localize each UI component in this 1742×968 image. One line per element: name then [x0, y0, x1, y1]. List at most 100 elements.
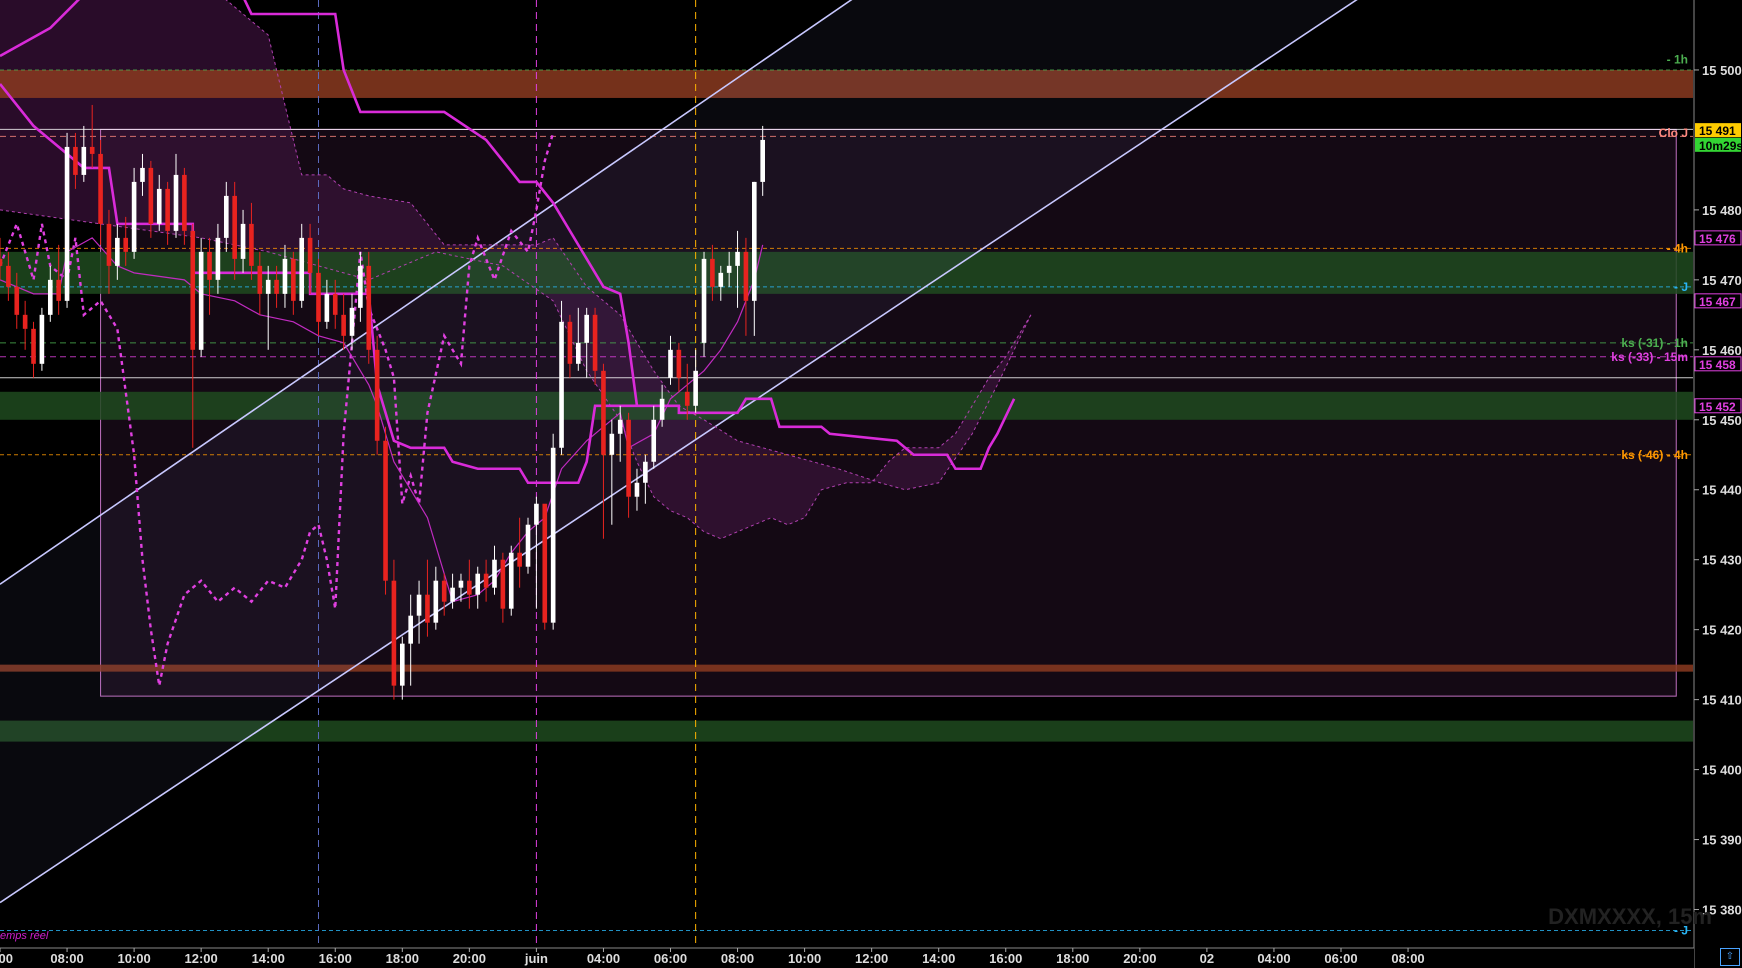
- candle-body: [223, 195, 229, 238]
- candle-body: [0, 258, 3, 266]
- candle-body: [173, 174, 179, 231]
- candle-body: [316, 272, 321, 322]
- candle-body: [525, 524, 531, 567]
- candle-body: [475, 573, 481, 595]
- candle-body: [140, 167, 145, 182]
- candle-body: [668, 349, 673, 378]
- candle-body: [601, 370, 606, 455]
- y-tick-label: 15 390: [1702, 833, 1742, 848]
- candle-body: [760, 139, 765, 182]
- x-tick-label: 06:00: [1324, 951, 1357, 966]
- x-tick-label: 10:00: [117, 951, 150, 966]
- price-tag-label: 15 476: [1699, 232, 1736, 246]
- x-tick-label: 6:00: [0, 951, 13, 966]
- candle-body: [701, 258, 707, 343]
- candle-body: [299, 237, 305, 301]
- candle-body: [575, 342, 581, 364]
- candle-body: [743, 251, 749, 301]
- price-tag-label: 15 491: [1699, 124, 1736, 138]
- y-tick-label: 15 420: [1702, 623, 1742, 638]
- candle-body: [265, 279, 271, 294]
- level-label: - J: [1674, 280, 1688, 294]
- candle-body: [349, 307, 355, 336]
- x-tick-label: 20:00: [1123, 951, 1156, 966]
- y-tick-label: 15 410: [1702, 693, 1742, 708]
- y-tick-label: 15 500: [1702, 63, 1742, 78]
- candle-body: [500, 559, 506, 609]
- level-label: ks (-31) - 1h: [1621, 336, 1688, 350]
- candle-body: [559, 321, 564, 448]
- candlestick-chart[interactable]: 15 500 15 480 15 470 15 460 15 450 15 440 15 4…: [0, 0, 1742, 968]
- y-tick-label: 15 440: [1702, 483, 1742, 498]
- price-tag-label: 15 452: [1699, 400, 1736, 414]
- candle-body: [291, 258, 296, 301]
- x-tick-label: 04:00: [1257, 951, 1290, 966]
- candle-body: [584, 314, 589, 343]
- candle-body: [534, 503, 539, 525]
- candle-body: [148, 167, 154, 224]
- candle-body: [240, 223, 246, 259]
- price-tag-label: 15 458: [1699, 358, 1736, 372]
- candle-body: [383, 440, 388, 581]
- candle-body: [617, 419, 623, 434]
- x-tick-label: 08:00: [721, 951, 754, 966]
- candle-body: [492, 559, 497, 588]
- candle-body: [467, 580, 472, 595]
- candle-body: [123, 237, 129, 252]
- candle-body: [22, 314, 28, 329]
- candle-body: [718, 272, 724, 287]
- y-tick-label: 15 470: [1702, 273, 1742, 288]
- candle-body: [81, 146, 87, 175]
- candle-body: [693, 370, 698, 406]
- candle-body: [634, 482, 640, 497]
- candle-body: [567, 321, 573, 364]
- candle-body: [257, 265, 263, 294]
- candle-body: [131, 181, 137, 252]
- x-tick-label: 20:00: [453, 951, 486, 966]
- candle-body: [433, 580, 439, 623]
- candle-body: [6, 265, 11, 287]
- candle-body: [64, 146, 70, 301]
- x-tick-label: 16:00: [319, 951, 352, 966]
- candle-body: [726, 265, 732, 273]
- candle-body: [425, 594, 430, 623]
- candle-body: [115, 237, 120, 266]
- x-tick-label: 06:00: [654, 951, 687, 966]
- price-tag-label: 10m29s: [1699, 139, 1742, 153]
- candle-body: [215, 237, 221, 280]
- candle-body: [366, 265, 372, 350]
- candle-body: [416, 594, 422, 616]
- plot-area: [0, 0, 1693, 948]
- candle-body: [73, 146, 78, 175]
- candle-body: [752, 181, 757, 301]
- candle-body: [399, 643, 405, 686]
- candle-body: [450, 587, 455, 602]
- candle-body: [643, 461, 648, 483]
- candle-body: [441, 580, 447, 602]
- x-tick-label: 14:00: [252, 951, 285, 966]
- candle-body: [517, 552, 522, 567]
- candle-body: [626, 419, 631, 497]
- candle-body: [542, 503, 548, 623]
- scroll-to-latest-button[interactable]: ⇧: [1720, 948, 1740, 966]
- candle-body: [39, 314, 45, 364]
- candle-body: [676, 349, 682, 378]
- candle-body: [47, 279, 53, 315]
- chart-area[interactable]: 15 500 15 480 15 470 15 460 15 450 15 440 15 4…: [0, 0, 1742, 968]
- x-tick-label: 10:00: [788, 951, 821, 966]
- candle-body: [14, 286, 20, 315]
- candle-body: [483, 573, 489, 588]
- candle-body: [684, 391, 690, 406]
- level-label: ks (-33) - 15m: [1611, 350, 1688, 364]
- price-tag-label: 15 467: [1699, 295, 1736, 309]
- realtime-status-label: emps réel: [0, 930, 49, 942]
- x-tick-label: 12:00: [855, 951, 888, 966]
- y-tick-label: 15 430: [1702, 553, 1742, 568]
- candle-body: [190, 230, 196, 350]
- candle-body: [98, 153, 103, 224]
- candle-body: [249, 223, 254, 266]
- candle-body: [508, 552, 514, 609]
- x-tick-label: 12:00: [185, 951, 218, 966]
- candle-body: [232, 195, 237, 259]
- y-tick-label: 15 460: [1702, 343, 1742, 358]
